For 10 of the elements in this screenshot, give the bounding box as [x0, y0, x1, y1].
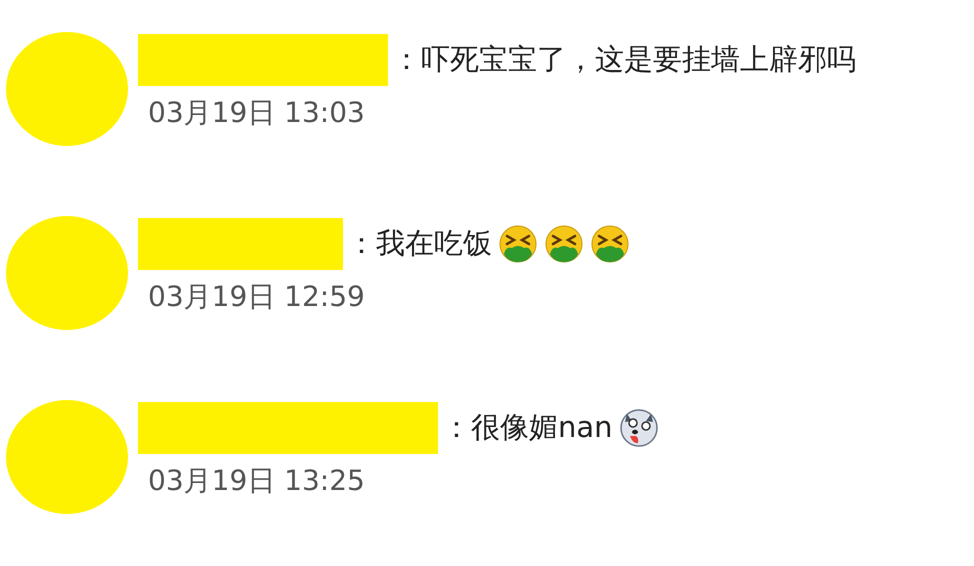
vomiting-face-icon [498, 224, 538, 264]
timestamp: 03月19日 13:03 [148, 95, 366, 131]
timestamp: 03月19日 13:25 [148, 463, 366, 499]
comment-text: ：很像媚nan [442, 409, 613, 446]
comment-text: ：我在吃饭 [347, 225, 492, 262]
vomiting-face-icon [590, 224, 630, 264]
dog-face-icon [618, 408, 659, 448]
timestamp: 03月19日 12:59 [148, 279, 366, 315]
vomiting-face-icon [544, 224, 584, 264]
comment-text: ：吓死宝宝了，这是要挂墙上辟邪吗 [392, 41, 856, 78]
